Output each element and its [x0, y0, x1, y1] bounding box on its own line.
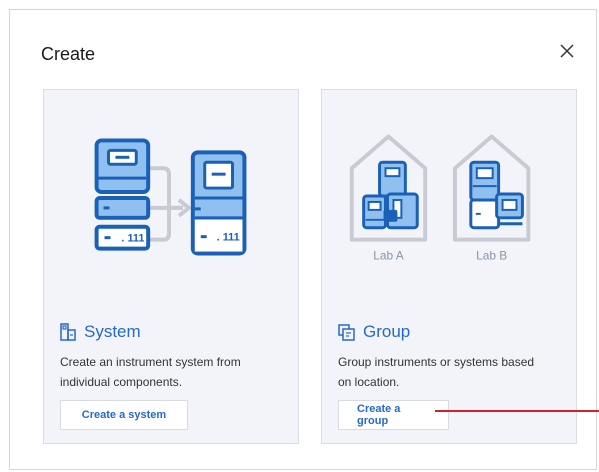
annotation-pointer-line	[435, 410, 599, 412]
svg-text:. 111: . 111	[121, 233, 144, 245]
group-illustration: Lab A Lab B	[349, 134, 531, 262]
lab-b-label: Lab B	[476, 248, 507, 262]
close-icon	[560, 44, 574, 58]
system-description: Create an instrument system from individ…	[60, 355, 241, 389]
group-description: Group instruments or systems based on lo…	[338, 355, 535, 389]
group-title: Group	[363, 322, 411, 341]
create-dialog: Create . 111 . 111 System Create an inst…	[9, 9, 597, 470]
system-title: System	[84, 322, 141, 341]
system-heading: System	[60, 322, 141, 342]
system-card[interactable]: . 111 . 111 System Create an instrument …	[43, 89, 299, 444]
create-system-button[interactable]: Create a system	[60, 400, 188, 430]
group-icon	[338, 323, 355, 341]
system-illustration: . 111 . 111	[94, 138, 247, 256]
create-group-button[interactable]: Create a group	[338, 400, 449, 430]
group-heading: Group	[338, 322, 410, 342]
system-icon	[60, 323, 76, 341]
close-button[interactable]	[556, 40, 578, 62]
lab-a-label: Lab A	[373, 248, 403, 262]
svg-text:. 111: . 111	[217, 232, 240, 244]
group-card[interactable]: Lab A Lab B Group Group instruments or s…	[321, 89, 577, 444]
dialog-title: Create	[41, 44, 96, 64]
